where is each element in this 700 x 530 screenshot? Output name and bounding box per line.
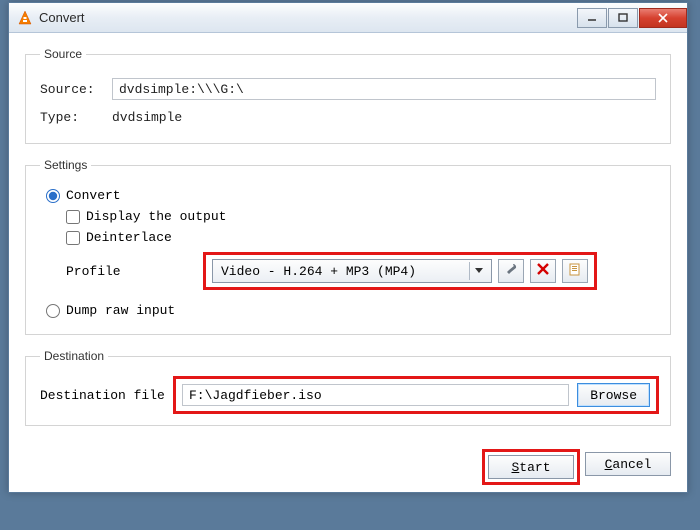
convert-radio-label: Convert — [66, 188, 121, 203]
destination-legend: Destination — [40, 349, 108, 363]
start-button-label: Start — [511, 460, 550, 475]
profile-label: Profile — [66, 264, 206, 279]
source-group: Source Source: Type: dvdsimple — [25, 47, 671, 144]
dialog-footer: Start Cancel — [9, 450, 687, 492]
window-title: Convert — [39, 10, 85, 25]
display-output-row[interactable]: Display the output — [66, 209, 656, 224]
deinterlace-checkbox[interactable] — [66, 231, 80, 245]
convert-radio-row[interactable]: Convert — [46, 188, 656, 203]
browse-button-label: Browse — [590, 388, 637, 403]
minimize-button[interactable] — [577, 8, 607, 28]
new-profile-button[interactable] — [562, 259, 588, 283]
destination-file-label: Destination file — [40, 388, 176, 403]
display-output-label: Display the output — [86, 209, 226, 224]
deinterlace-label: Deinterlace — [86, 230, 172, 245]
dump-radio[interactable] — [46, 304, 60, 318]
wrench-icon — [504, 262, 518, 280]
cancel-button[interactable]: Cancel — [585, 452, 671, 476]
convert-dialog: Convert Source Source: Type: dvdsimple — [8, 2, 688, 493]
type-label: Type: — [40, 110, 112, 125]
delete-icon — [537, 263, 549, 279]
source-legend: Source — [40, 47, 86, 61]
deinterlace-row[interactable]: Deinterlace — [66, 230, 656, 245]
dump-radio-row[interactable]: Dump raw input — [46, 303, 656, 318]
profile-highlight: Video - H.264 + MP3 (MP4) — [206, 255, 594, 287]
destination-file-input[interactable] — [182, 384, 569, 406]
edit-profile-button[interactable] — [498, 259, 524, 283]
dump-radio-label: Dump raw input — [66, 303, 175, 318]
titlebar[interactable]: Convert — [9, 3, 687, 33]
dropdown-arrow-icon — [469, 262, 487, 280]
destination-group: Destination Destination file Browse — [25, 349, 671, 426]
settings-legend: Settings — [40, 158, 91, 172]
profile-combo[interactable]: Video - H.264 + MP3 (MP4) — [212, 259, 492, 283]
source-label: Source: — [40, 82, 112, 97]
display-output-checkbox[interactable] — [66, 210, 80, 224]
window-controls — [577, 8, 687, 28]
convert-radio[interactable] — [46, 189, 60, 203]
type-value: dvdsimple — [112, 110, 182, 125]
source-input[interactable] — [112, 78, 656, 100]
maximize-button[interactable] — [608, 8, 638, 28]
start-highlight: Start — [485, 452, 577, 482]
destination-highlight: Browse — [176, 379, 656, 411]
close-button[interactable] — [639, 8, 687, 28]
settings-group: Settings Convert Display the output Dein… — [25, 158, 671, 335]
browse-button[interactable]: Browse — [577, 383, 650, 407]
cancel-button-label: Cancel — [605, 457, 652, 472]
start-button[interactable]: Start — [488, 455, 574, 479]
client-area: Source Source: Type: dvdsimple Settings … — [9, 33, 687, 450]
delete-profile-button[interactable] — [530, 259, 556, 283]
new-profile-icon — [569, 263, 582, 280]
profile-combo-value: Video - H.264 + MP3 (MP4) — [221, 264, 416, 279]
app-icon — [17, 10, 33, 26]
